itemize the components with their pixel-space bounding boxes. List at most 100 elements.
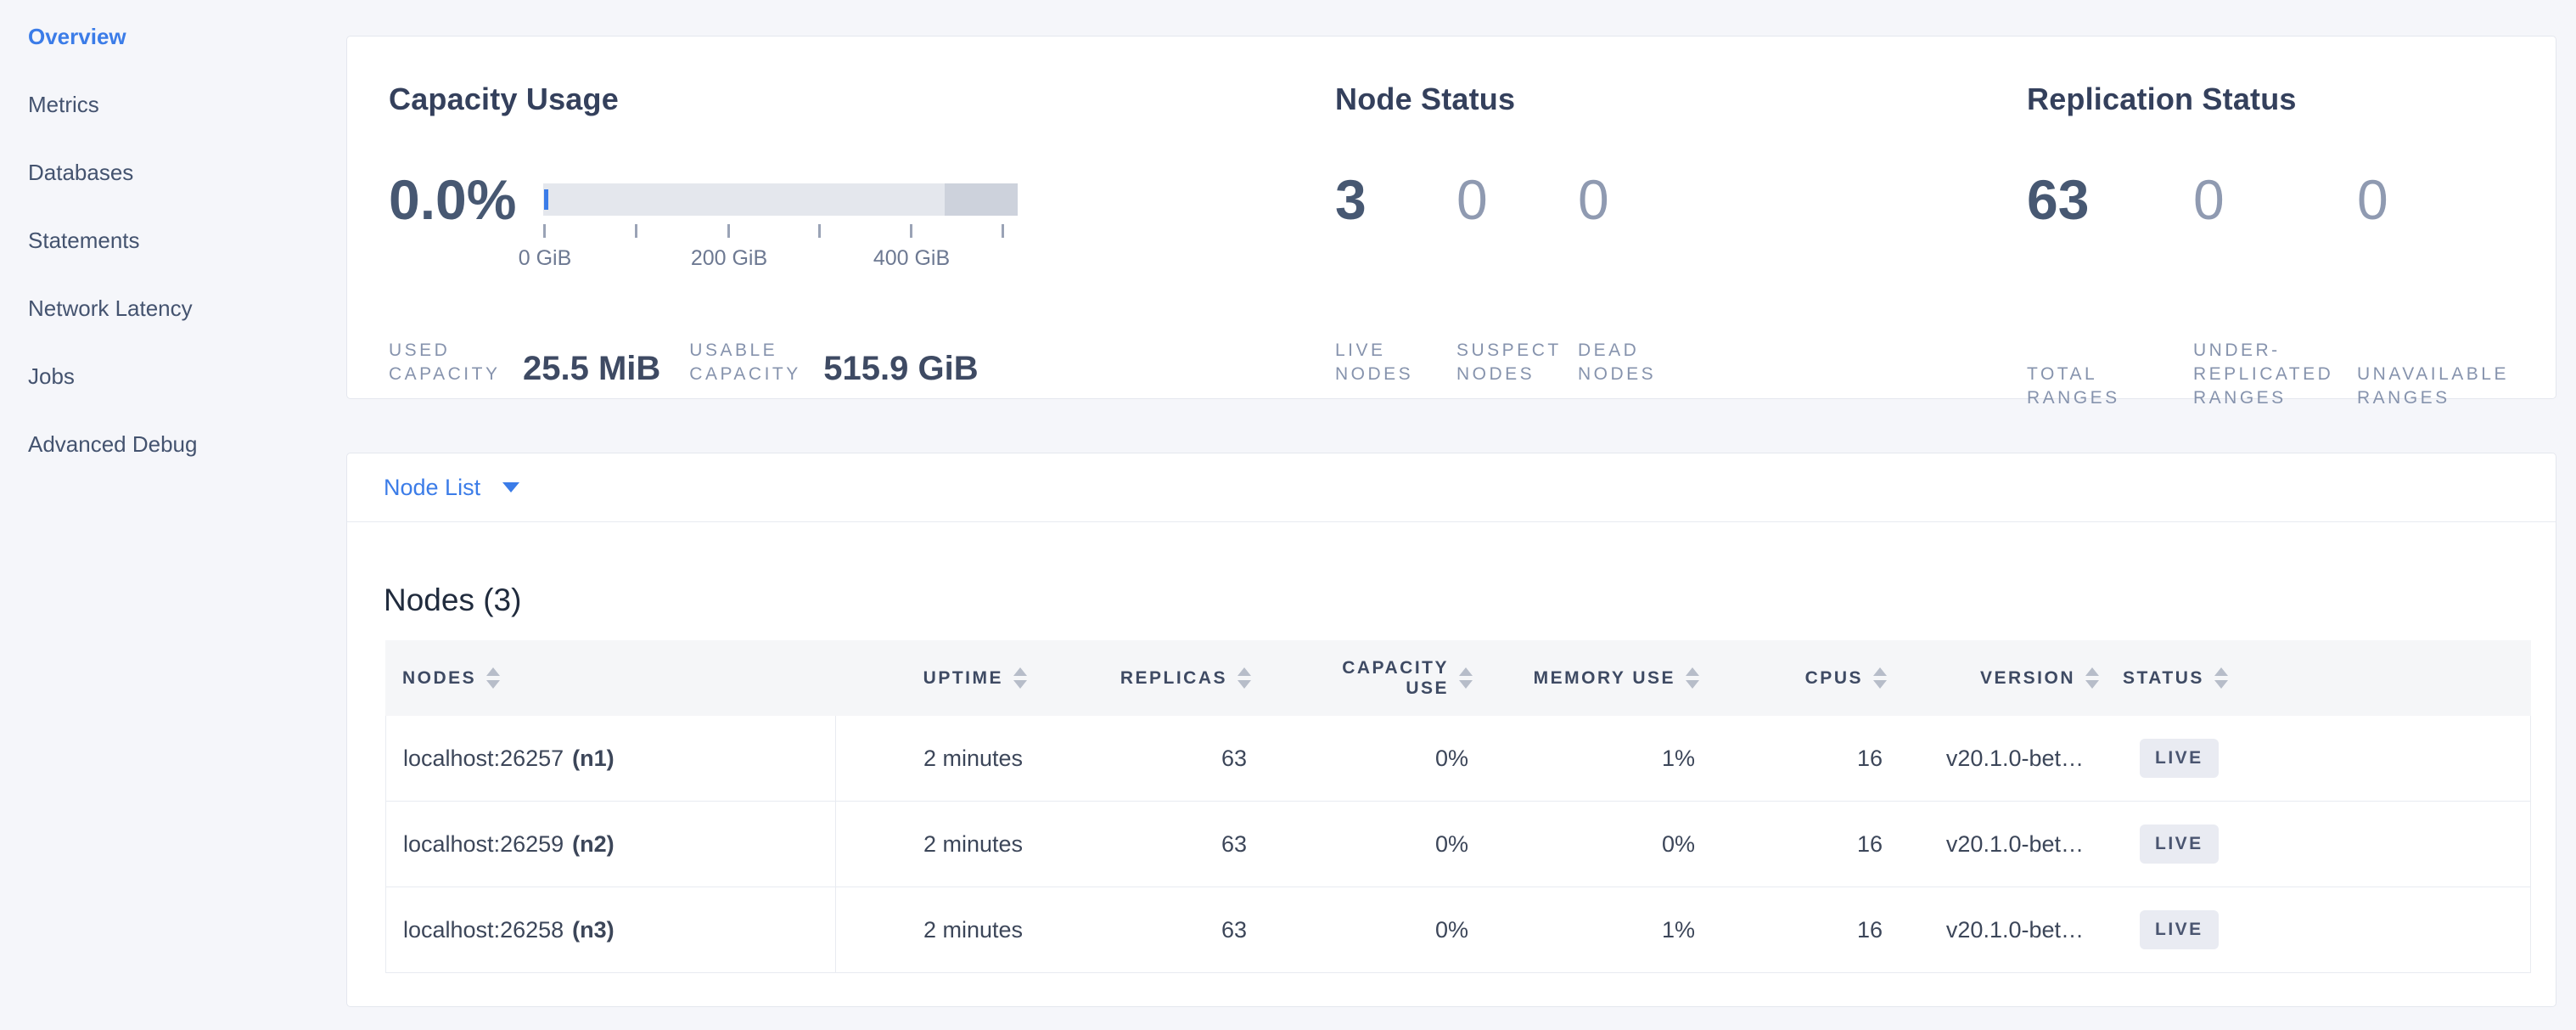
table-row-node-1[interactable]: localhost:26257 (n1) 2 minutes 63 0% 1% … (386, 716, 2530, 802)
sidebar-item-statements[interactable]: Statements (28, 228, 346, 296)
capacity-use-cell: 0% (1259, 716, 1480, 801)
node-id: (n1) (572, 746, 615, 772)
column-header-version[interactable]: VERSION (1894, 640, 2106, 716)
nodes-table-title: Nodes (3) (384, 582, 2556, 619)
replication-values: 63 0 0 (2027, 170, 2388, 229)
table-row-node-2[interactable]: localhost:26259 (n2) 2 minutes 63 0% 0% … (386, 802, 2530, 887)
column-header-capacity-use[interactable]: CAPACITY USE (1258, 640, 1479, 716)
version-cell: v20.1.0-bet… (1894, 802, 2107, 886)
sidebar-item-advanced-debug[interactable]: Advanced Debug (28, 432, 346, 500)
status-cell: LIVE (2107, 887, 2532, 972)
node-list-card: Node List Nodes (3) NODES UPTIME (346, 453, 2556, 1007)
node-address-cell[interactable]: localhost:26258 (n3) (386, 887, 836, 972)
column-header-cpus[interactable]: CPUS (1706, 640, 1894, 716)
column-label: MEMORY USE (1534, 668, 1675, 689)
nodes-table: NODES UPTIME REPLICAS CAPACITY USE (385, 640, 2531, 973)
sidebar-item-metrics[interactable]: Metrics (28, 93, 346, 160)
node-address: localhost:26257 (403, 746, 564, 772)
used-capacity-value: 25.5 MiB (523, 351, 660, 386)
memory-use-cell: 1% (1480, 887, 1707, 972)
usable-capacity-label: USABLE CAPACITY (689, 339, 823, 386)
capacity-use-cell: 0% (1259, 887, 1480, 972)
capacity-gauge-track (543, 183, 1018, 216)
admin-ui-page: Overview Metrics Databases Statements Ne… (0, 0, 2576, 1030)
column-label: REPLICAS (1120, 668, 1227, 689)
uptime-cell: 2 minutes (836, 716, 1035, 801)
sidebar-item-jobs[interactable]: Jobs (28, 364, 346, 432)
status-badge: LIVE (2140, 910, 2219, 949)
suspect-nodes-label: SUSPECT NODES (1456, 339, 1578, 386)
sidebar-item-network-latency[interactable]: Network Latency (28, 296, 346, 364)
sidebar-nav: Overview Metrics Databases Statements Ne… (0, 0, 346, 1030)
sort-icon[interactable] (1873, 667, 1887, 689)
cpus-cell: 16 (1707, 802, 1894, 886)
memory-use-cell: 1% (1480, 716, 1707, 801)
cpus-cell: 16 (1707, 716, 1894, 801)
capacity-percent-row: 0.0% (389, 170, 516, 229)
axis-label-400: 400 GiB (873, 246, 950, 271)
node-list-dropdown-label: Node List (384, 475, 480, 501)
nodes-table-body: localhost:26257 (n1) 2 minutes 63 0% 1% … (385, 716, 2531, 973)
status-badge: LIVE (2140, 825, 2219, 864)
column-header-uptime[interactable]: UPTIME (835, 640, 1034, 716)
axis-tick (727, 224, 730, 238)
suspect-nodes-count: 0 (1456, 170, 1578, 229)
unavailable-ranges-label: UNAVAILABLE RANGES (2357, 363, 2509, 410)
status-badge: LIVE (2140, 739, 2219, 778)
node-status-title: Node Status (1335, 82, 1515, 117)
sort-icon[interactable] (1459, 667, 1473, 689)
under-replicated-ranges-count: 0 (2193, 170, 2357, 229)
version-cell: v20.1.0-bet… (1894, 716, 2107, 801)
node-list-dropdown[interactable]: Node List (384, 475, 519, 501)
replicas-cell: 63 (1035, 887, 1259, 972)
cluster-summary-card: Capacity Usage 0.0% (346, 36, 2556, 399)
axis-label-0: 0 GiB (519, 246, 572, 271)
sort-icon[interactable] (1013, 667, 1027, 689)
node-status-values: 3 0 0 (1335, 170, 1609, 229)
node-list-body: Nodes (3) NODES UPTIME REPLICAS (347, 582, 2556, 973)
node-address-cell[interactable]: localhost:26257 (n1) (386, 716, 836, 801)
axis-label-200: 200 GiB (691, 246, 767, 271)
column-header-replicas[interactable]: REPLICAS (1034, 640, 1258, 716)
sort-icon[interactable] (2085, 667, 2099, 689)
node-status-section: Node Status 3 0 0 LIVE NODES SUSPECT NOD… (1335, 37, 1929, 398)
memory-use-cell: 0% (1480, 802, 1707, 886)
dead-nodes-label: DEAD NODES (1578, 339, 1656, 386)
capacity-usage-section: Capacity Usage 0.0% (389, 37, 1322, 398)
uptime-cell: 2 minutes (836, 802, 1035, 886)
column-header-memory-use[interactable]: MEMORY USE (1479, 640, 1706, 716)
live-nodes-count: 3 (1335, 170, 1456, 229)
capacity-stats: USED CAPACITY 25.5 MiB USABLE CAPACITY 5… (389, 339, 979, 386)
capacity-gauge-axis: 0 GiB 200 GiB 400 GiB (543, 224, 1018, 275)
column-header-nodes[interactable]: NODES (385, 640, 835, 716)
node-address-cell[interactable]: localhost:26259 (n2) (386, 802, 836, 886)
chevron-down-icon (502, 482, 519, 492)
node-id: (n3) (572, 917, 615, 943)
used-capacity-stat: USED CAPACITY 25.5 MiB (389, 339, 660, 386)
version-cell: v20.1.0-bet… (1894, 887, 2107, 972)
main-content: Capacity Usage 0.0% (346, 0, 2576, 1030)
sidebar-item-overview[interactable]: Overview (28, 25, 346, 93)
column-header-status[interactable]: STATUS (2106, 640, 2531, 716)
replication-status-title: Replication Status (2027, 82, 2297, 117)
column-label: STATUS (2123, 668, 2204, 689)
sort-icon[interactable] (1686, 667, 1699, 689)
column-label: CAPACITY USE (1313, 658, 1449, 699)
sort-icon[interactable] (2214, 667, 2228, 689)
replicas-cell: 63 (1035, 802, 1259, 886)
sidebar-item-databases[interactable]: Databases (28, 160, 346, 228)
sort-icon[interactable] (1237, 667, 1251, 689)
axis-tick (818, 224, 821, 238)
unavailable-ranges-count: 0 (2357, 170, 2388, 229)
uptime-cell: 2 minutes (836, 887, 1035, 972)
node-id: (n2) (572, 831, 615, 858)
sort-icon[interactable] (486, 667, 500, 689)
table-row-node-3[interactable]: localhost:26258 (n3) 2 minutes 63 0% 1% … (386, 887, 2530, 973)
under-replicated-ranges-label: UNDER- REPLICATED RANGES (2193, 339, 2357, 410)
cpus-cell: 16 (1707, 887, 1894, 972)
live-nodes-label: LIVE NODES (1335, 339, 1456, 386)
column-label: VERSION (1980, 668, 2075, 689)
axis-tick (543, 224, 546, 238)
used-capacity-label: USED CAPACITY (389, 339, 523, 386)
capacity-gauge-used-indicator (544, 189, 548, 210)
